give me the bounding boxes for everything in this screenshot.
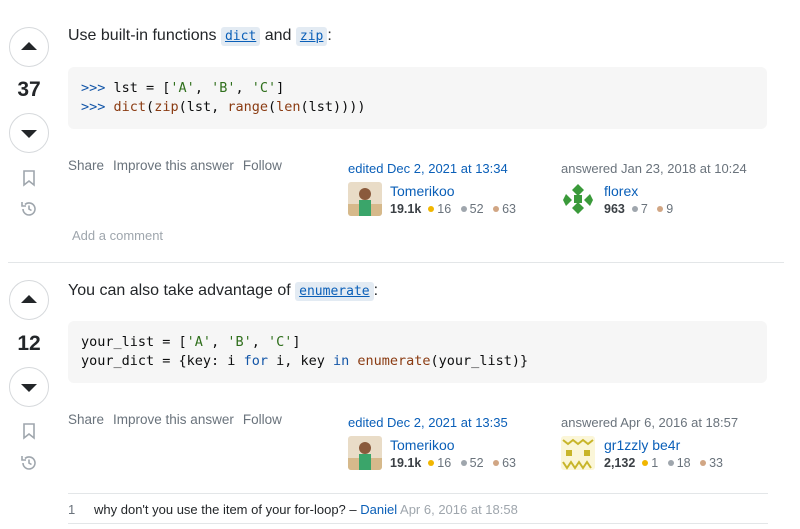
follow-link[interactable]: Follow (243, 412, 282, 427)
answered-time: answered Jan 23, 2018 at 10:24 (561, 161, 747, 176)
history-icon (21, 202, 36, 216)
upvote-icon (21, 42, 37, 50)
intro-text: : (373, 282, 379, 299)
bookmark-button[interactable] (19, 168, 39, 188)
downvote-button[interactable] (9, 367, 49, 407)
add-comment-link[interactable]: Add a comment (72, 228, 163, 243)
comment-text: why don't you use the item of your for-l… (94, 502, 357, 517)
intro-text: You can also take advantage of (68, 282, 291, 299)
user-name-link[interactable]: florex (604, 183, 638, 199)
silver-badge-icon (460, 206, 467, 212)
answered-time: answered Apr 6, 2016 at 18:57 (561, 415, 739, 430)
code-block: >>> lst = ['A', 'B', 'C'] >>> dict(zip(ls… (68, 67, 767, 129)
code-line: your_dict = {key: i for i, key in enumer… (81, 353, 529, 369)
bronze-badge-icon (700, 460, 707, 466)
answer-divider (8, 262, 784, 263)
reputation-score: 963 (604, 202, 625, 216)
gold-badge-icon (642, 460, 649, 466)
comment: 1 why don't you use the item of your for-… (68, 493, 768, 524)
intro-text: : (327, 27, 332, 44)
bronze-badge-count: 63 (502, 202, 516, 216)
downvote-icon (21, 384, 37, 392)
silver-badge-count: 18 (676, 456, 691, 470)
code-line: your_list = ['A', 'B', 'C'] (81, 334, 301, 350)
share-link[interactable]: Share (68, 412, 104, 427)
avatar[interactable] (561, 182, 595, 216)
avatar[interactable] (348, 436, 382, 470)
code-line: >>> lst = ['A', 'B', 'C'] (81, 80, 285, 96)
answer-intro: Use built-in functions dict and zip: (68, 27, 332, 46)
upvote-button[interactable] (9, 280, 49, 320)
bookmark-icon (23, 170, 35, 187)
silver-badge-icon (460, 460, 467, 466)
avatar[interactable] (561, 436, 595, 470)
improve-answer-link[interactable]: Improve this answer (113, 158, 234, 173)
code-line: >>> dict(zip(lst, range(len(lst)))) (81, 99, 366, 115)
gold-badge-count: 1 (651, 456, 659, 470)
inline-code-link[interactable]: zip (295, 27, 328, 46)
improve-answer-link[interactable]: Improve this answer (113, 412, 234, 427)
gold-badge-count: 16 (437, 456, 452, 470)
vote-count: 12 (17, 332, 41, 355)
comment-score: 1 (68, 502, 76, 517)
comment-user-link[interactable]: Daniel (360, 502, 397, 517)
post-menu: Share Improve this answer Follow (68, 158, 282, 173)
bookmark-icon (23, 423, 35, 440)
vote-count: 37 (17, 78, 41, 101)
inline-code-link[interactable]: dict (220, 27, 261, 46)
user-name-link[interactable]: Tomerikoo (390, 183, 455, 199)
upvote-icon (21, 295, 37, 303)
bronze-badge-icon (493, 206, 500, 212)
intro-text: and (264, 27, 292, 44)
edited-link[interactable]: edited Dec 2, 2021 at 13:34 (348, 161, 508, 176)
answer-1: 37 Use built-in functions dict and zip: … (0, 0, 800, 262)
bronze-badge-icon (493, 460, 500, 466)
reputation-score: 19.1k (390, 202, 422, 216)
reputation-score: 2,132 (604, 456, 636, 470)
avatar[interactable] (348, 182, 382, 216)
answer-2: 12 You can also take advantage of enumer… (0, 264, 800, 529)
silver-badge-count: 52 (469, 456, 484, 470)
user-reputation: 19.1k 16 52 63 (390, 456, 516, 470)
bronze-badge-count: 9 (666, 202, 674, 216)
bookmark-button[interactable] (19, 421, 39, 441)
intro-text: Use built-in functions (68, 27, 217, 44)
bronze-badge-icon (657, 206, 664, 212)
gold-badge-count: 16 (437, 202, 452, 216)
comment-date: Apr 6, 2016 at 18:58 (400, 502, 518, 517)
user-name-link[interactable]: gr1zzly be4r (604, 437, 680, 453)
silver-badge-count: 7 (640, 202, 648, 216)
inline-code-link[interactable]: enumerate (295, 282, 374, 301)
bronze-badge-count: 63 (502, 456, 516, 470)
follow-link[interactable]: Follow (243, 158, 282, 173)
silver-badge-count: 52 (469, 202, 484, 216)
code-block: your_list = ['A', 'B', 'C'] your_dict = {… (68, 321, 767, 383)
silver-badge-icon (667, 460, 674, 466)
answer-intro: You can also take advantage of enumerate… (68, 282, 379, 301)
edited-link[interactable]: edited Dec 2, 2021 at 13:35 (348, 415, 508, 430)
share-link[interactable]: Share (68, 158, 104, 173)
user-reputation: 2,132 1 18 33 (604, 456, 723, 470)
upvote-button[interactable] (9, 27, 49, 67)
post-menu: Share Improve this answer Follow (68, 412, 282, 427)
user-name-link[interactable]: Tomerikoo (390, 437, 455, 453)
history-button[interactable] (19, 453, 39, 473)
downvote-button[interactable] (9, 113, 49, 153)
gold-badge-icon (428, 206, 435, 212)
reputation-score: 19.1k (390, 456, 422, 470)
user-reputation: 963 7 9 (604, 202, 673, 216)
history-icon (21, 456, 36, 470)
user-reputation: 19.1k 16 52 63 (390, 202, 516, 216)
silver-badge-icon (631, 206, 638, 212)
gold-badge-icon (428, 460, 435, 466)
downvote-icon (21, 130, 37, 138)
bronze-badge-count: 33 (709, 456, 724, 470)
history-button[interactable] (19, 199, 39, 219)
